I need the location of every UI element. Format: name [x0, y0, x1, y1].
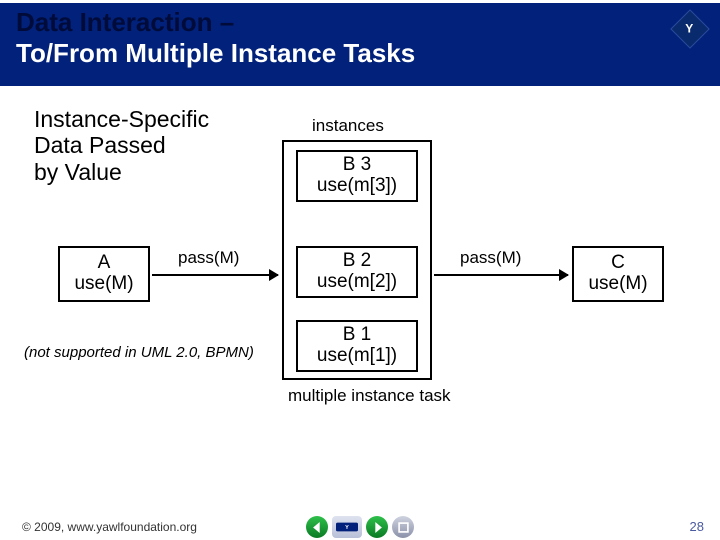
- content-area: Instance-Specific Data Passed by Value i…: [0, 92, 720, 504]
- pass-label-2: pass(M): [460, 248, 521, 268]
- task-a-name: A: [98, 253, 111, 274]
- media-controls: Y: [306, 516, 414, 538]
- chevron-left-icon: [312, 522, 323, 533]
- prev-button[interactable]: [306, 516, 328, 538]
- subtitle: Instance-Specific Data Passed by Value: [34, 106, 264, 185]
- chevron-right-icon: [372, 522, 383, 533]
- task-b1: B 1 use(m[1]): [296, 320, 418, 372]
- next-button[interactable]: [366, 516, 388, 538]
- task-c-name: C: [611, 253, 625, 274]
- subtitle-line-3: by Value: [34, 159, 264, 185]
- slide-title: Data Interaction – To/From Multiple Inst…: [16, 7, 415, 69]
- task-a-use: use(M): [74, 274, 133, 295]
- task-b2-name: B 2: [343, 251, 372, 272]
- yawl-logo-icon: Y: [670, 9, 710, 49]
- mit-label: multiple instance task: [288, 386, 451, 406]
- page-number: 28: [690, 519, 704, 534]
- fullscreen-button[interactable]: [392, 516, 414, 538]
- title-band: Data Interaction – To/From Multiple Inst…: [0, 0, 720, 86]
- slide: Data Interaction – To/From Multiple Inst…: [0, 0, 720, 540]
- svg-text:Y: Y: [345, 525, 349, 531]
- task-b2-use: use(m[2]): [317, 272, 397, 293]
- title-line-2: To/From Multiple Instance Tasks: [16, 38, 415, 69]
- fullscreen-icon: [398, 522, 409, 533]
- arrow-a-to-b: [152, 274, 278, 276]
- logo-glyph: Y: [685, 21, 693, 35]
- subtitle-line-2: Data Passed: [34, 132, 264, 158]
- arrow-b-to-c: [434, 274, 568, 276]
- task-b1-use: use(m[1]): [317, 346, 397, 367]
- copyright: © 2009, www.yawlfoundation.org: [22, 520, 197, 534]
- footer: © 2009, www.yawlfoundation.org Y 28: [0, 510, 720, 540]
- task-b2: B 2 use(m[2]): [296, 246, 418, 298]
- task-b1-name: B 1: [343, 325, 372, 346]
- task-b3-name: B 3: [343, 155, 372, 176]
- task-b3: B 3 use(m[3]): [296, 150, 418, 202]
- pass-label-1: pass(M): [178, 248, 239, 268]
- instances-label: instances: [312, 116, 384, 136]
- task-a: A use(M): [58, 246, 150, 302]
- title-line-1: Data Interaction –: [16, 7, 415, 38]
- task-c-use: use(M): [588, 274, 647, 295]
- task-c: C use(M): [572, 246, 664, 302]
- support-note: (not supported in UML 2.0, BPMN): [24, 344, 254, 361]
- subtitle-line-1: Instance-Specific: [34, 106, 264, 132]
- task-b3-use: use(m[3]): [317, 176, 397, 197]
- yawl-mini-logo-icon: Y: [332, 516, 362, 538]
